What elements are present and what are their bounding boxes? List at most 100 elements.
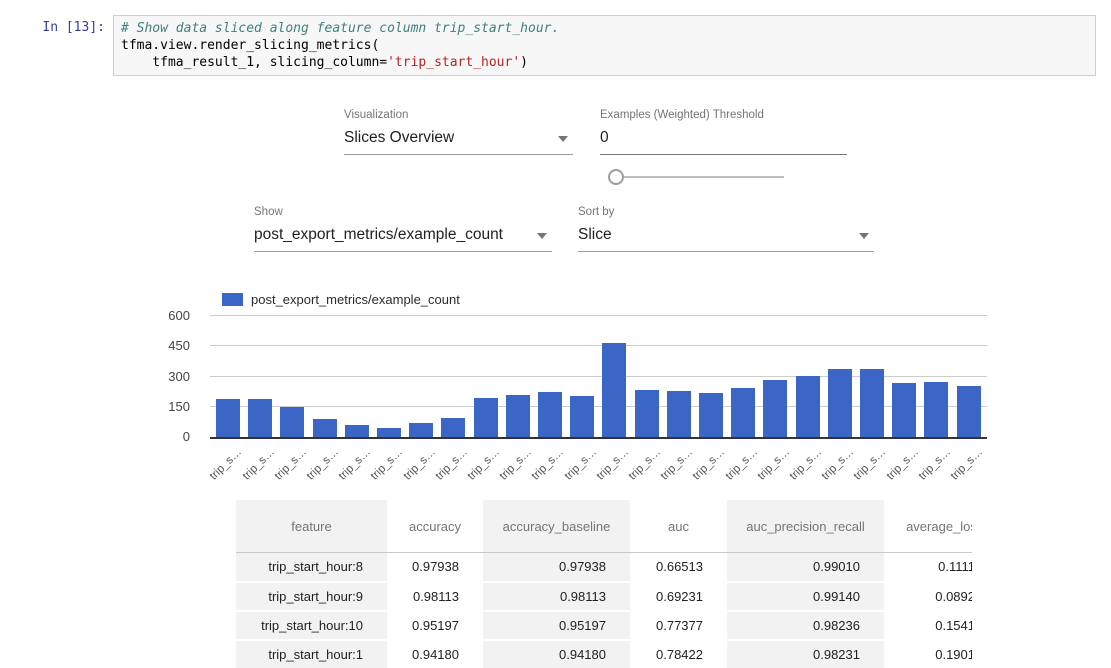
plot-area [210, 316, 987, 439]
underline [578, 251, 874, 252]
bar[interactable] [345, 425, 369, 437]
bar[interactable] [409, 423, 433, 437]
notebook-page: In [13]: # Show data sliced along featur… [0, 0, 1111, 668]
bar[interactable] [828, 369, 852, 437]
x-tick-label: trip_s… [305, 446, 342, 483]
table-row: trip_start_hour:10.941800.941800.784220.… [236, 640, 972, 668]
x-tick-label: trip_s… [498, 446, 535, 483]
metric-cell: 0.99010 [727, 553, 884, 582]
x-tick-label: trip_s… [240, 446, 277, 483]
column-header-average_los[interactable]: average_los [884, 500, 972, 553]
chevron-down-icon[interactable] [859, 233, 869, 239]
bar[interactable] [506, 395, 530, 437]
code-line: tfma_result_1, slicing_column='trip_star… [121, 54, 1087, 71]
chevron-down-icon[interactable] [558, 136, 568, 142]
feature-cell: trip_start_hour:8 [236, 553, 387, 582]
metric-cell: 0.98236 [727, 611, 884, 640]
column-header-auc[interactable]: auc [630, 500, 727, 553]
threshold-value: 0 [600, 128, 847, 148]
x-tick-label: trip_s… [530, 446, 567, 483]
x-tick: trip_s… [506, 441, 530, 481]
bar[interactable] [441, 418, 465, 437]
y-tick-label: 600 [150, 308, 190, 323]
x-tick: trip_s… [796, 441, 820, 481]
slider-thumb[interactable] [608, 169, 624, 185]
bar[interactable] [699, 393, 723, 437]
bar[interactable] [892, 383, 916, 437]
bar[interactable] [924, 382, 948, 437]
underline [344, 154, 573, 155]
x-tick: trip_s… [474, 441, 498, 481]
x-tick: trip_s… [280, 441, 304, 481]
column-header-accuracy[interactable]: accuracy [387, 500, 483, 553]
x-tick: trip_s… [699, 441, 723, 481]
sort-by-label: Sort by [578, 205, 874, 219]
x-tick: trip_s… [667, 441, 691, 481]
bar[interactable] [377, 428, 401, 437]
bars-container [210, 316, 987, 437]
metric-cell: 0.1541 [884, 611, 972, 640]
x-tick-label: trip_s… [788, 446, 825, 483]
bar[interactable] [248, 399, 272, 437]
x-tick: trip_s… [345, 441, 369, 481]
x-tick-label: trip_s… [884, 446, 921, 483]
legend-label: post_export_metrics/example_count [251, 292, 460, 307]
show-metric-select[interactable]: Show post_export_metrics/example_count [254, 205, 552, 252]
x-tick: trip_s… [860, 441, 884, 481]
metric-cell: 0.0892 [884, 582, 972, 611]
feature-cell: trip_start_hour:10 [236, 611, 387, 640]
x-tick-label: trip_s… [401, 446, 438, 483]
underline [254, 251, 552, 252]
sort-by-value: Slice [578, 225, 874, 245]
column-header-accuracy_baseline[interactable]: accuracy_baseline [483, 500, 630, 553]
bar[interactable] [602, 343, 626, 437]
x-tick: trip_s… [731, 441, 755, 481]
metric-cell: 0.1111 [884, 553, 972, 582]
metric-cell: 0.94180 [483, 640, 630, 668]
bar[interactable] [538, 392, 562, 437]
bar[interactable] [731, 388, 755, 437]
metric-cell: 0.69231 [630, 582, 727, 611]
bar[interactable] [957, 386, 981, 437]
x-tick-label: trip_s… [466, 446, 503, 483]
metric-cell: 0.99140 [727, 582, 884, 611]
visualization-select[interactable]: Visualization Slices Overview [344, 108, 573, 155]
column-header-auc_precision_recall[interactable]: auc_precision_recall [727, 500, 884, 553]
cell-prompt: In [13]: [0, 20, 105, 35]
metrics-table: featureaccuracyaccuracy_baselineaucauc_p… [236, 500, 972, 668]
show-value: post_export_metrics/example_count [254, 225, 552, 245]
table-header: featureaccuracyaccuracy_baselineaucauc_p… [236, 500, 972, 553]
bar[interactable] [796, 376, 820, 438]
x-tick-label: trip_s… [916, 446, 953, 483]
x-tick: trip_s… [635, 441, 659, 481]
bar[interactable] [667, 391, 691, 437]
x-tick: trip_s… [377, 441, 401, 481]
metric-cell: 0.97938 [387, 553, 483, 582]
slider-track[interactable] [616, 176, 784, 178]
visualization-label: Visualization [344, 108, 573, 122]
chevron-down-icon[interactable] [537, 233, 547, 239]
legend-color-swatch [222, 293, 243, 306]
code-line: # Show data sliced along feature column … [121, 20, 1087, 37]
bar[interactable] [280, 407, 304, 437]
threshold-slider[interactable] [608, 169, 784, 185]
code-line: tfma.view.render_slicing_metrics( [121, 37, 1087, 54]
x-tick-label: trip_s… [337, 446, 374, 483]
sort-by-select[interactable]: Sort by Slice [578, 205, 874, 252]
bar[interactable] [860, 369, 884, 437]
bar[interactable] [635, 390, 659, 437]
bar[interactable] [474, 398, 498, 437]
x-tick: trip_s… [602, 441, 626, 481]
bar[interactable] [763, 380, 787, 437]
threshold-input[interactable]: Examples (Weighted) Threshold 0 [600, 108, 847, 155]
bar[interactable] [216, 399, 240, 437]
bar[interactable] [313, 419, 337, 437]
column-header-feature[interactable]: feature [236, 500, 387, 553]
code-editor[interactable]: # Show data sliced along feature column … [113, 15, 1096, 76]
y-axis-labels: 0150300450600 [156, 316, 200, 437]
metric-cell: 0.1901 [884, 640, 972, 668]
bar[interactable] [570, 396, 594, 437]
chart-legend: post_export_metrics/example_count [222, 292, 460, 306]
x-tick: trip_s… [924, 441, 948, 481]
metric-cell: 0.98113 [387, 582, 483, 611]
